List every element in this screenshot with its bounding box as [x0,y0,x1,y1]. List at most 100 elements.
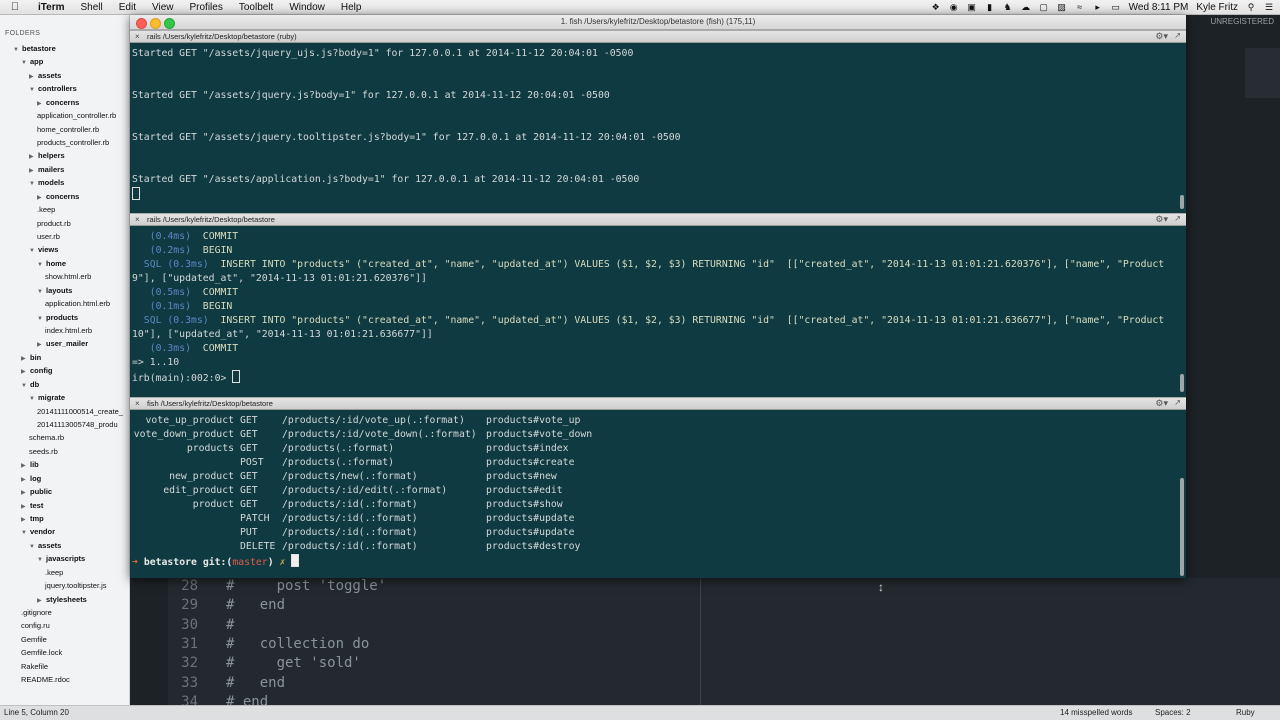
indentation-setting[interactable]: Spaces: 2 [1155,708,1191,717]
menu-window[interactable]: Window [281,2,333,13]
folder-item[interactable]: ▼ migrate [29,391,65,404]
file-item[interactable]: .gitignore [21,606,52,619]
file-item[interactable]: products_controller.rb [37,136,109,149]
file-item[interactable]: user.rb [37,230,60,243]
dropbox-icon[interactable]: ❖ [931,2,941,12]
pane-scrollbar[interactable] [1180,195,1184,209]
user-name[interactable]: Kyle Fritz [1196,2,1238,13]
file-item[interactable]: Gemfile [21,633,47,646]
file-item[interactable]: seeds.rb [29,445,58,458]
folder-item[interactable]: ▶ bin [21,351,41,364]
mirror-icon[interactable]: ▨ [1057,2,1067,12]
battery-icon[interactable]: ▭ [1111,2,1121,12]
folder-item[interactable]: ▼ javascripts [37,552,85,565]
menu-help[interactable]: Help [333,2,370,13]
display-icon[interactable]: ▢ [1039,2,1049,12]
folder-item[interactable]: ▶ public [21,485,52,498]
gear-icon[interactable]: ⚙▾ [1155,398,1168,409]
screen-icon[interactable]: ▣ [967,2,977,12]
file-item[interactable]: 20141111000514_create_ [37,405,123,418]
folder-item[interactable]: ▶ tmp [21,512,44,525]
record-icon[interactable]: ◉ [949,2,959,12]
pane-title-bar[interactable]: × rails /Users/kylefritz/Desktop/betasto… [130,213,1186,226]
folder-item[interactable]: ▶ concerns [37,190,79,203]
folder-item[interactable]: ▶ helpers [29,149,65,162]
folders-header: FOLDERS [5,30,41,37]
evernote-icon[interactable]: ♞ [1003,2,1013,12]
file-item[interactable]: Rakefile [21,660,48,673]
code-line: # end [226,674,286,691]
file-item[interactable]: show.html.erb [45,270,91,283]
iterm-window: 1. fish /Users/kylefritz/Desktop/betasto… [130,15,1186,578]
spotlight-search-icon[interactable]: ⚲ [1246,2,1256,12]
folder-item[interactable]: ▼ vendor [21,525,55,538]
folder-item[interactable]: ▶ assets [29,69,61,82]
folder-item[interactable]: ▶ mailers [29,163,64,176]
folder-item[interactable]: ▼ db [21,378,39,391]
folder-item[interactable]: ▼ views [29,243,58,256]
terminal-pane-rails-log[interactable]: Started GET "/assets/jquery_ujs.js?body=… [130,43,1186,213]
maximize-pane-icon[interactable]: ↗ [1174,214,1181,223]
file-item[interactable]: README.rdoc [21,673,70,686]
gear-icon[interactable]: ⚙▾ [1155,31,1168,42]
folder-item[interactable]: ▶ config [21,364,53,377]
pane-title-bar[interactable]: × rails /Users/kylefritz/Desktop/betasto… [130,30,1186,43]
sublime-editor[interactable]: 28 # post 'toggle' 29 # end 30 #31 # collectio… [168,578,1280,705]
bookmark-icon[interactable]: ▮ [985,2,995,12]
syntax-setting[interactable]: Ruby [1236,708,1255,717]
folder-item[interactable]: ▼ app [21,55,43,68]
file-item[interactable]: index.html.erb [45,324,92,337]
file-item[interactable]: .keep [45,566,63,579]
pane-title-bar[interactable]: × fish /Users/kylefritz/Desktop/betastor… [130,397,1186,410]
maximize-pane-icon[interactable]: ↗ [1174,31,1181,40]
file-item[interactable]: jquery.tooltipster.js [45,579,107,592]
pane-scrollbar[interactable] [1180,478,1184,576]
folder-item[interactable]: ▶ log [21,472,41,485]
file-item[interactable]: home_controller.rb [37,123,99,136]
volume-icon[interactable]: ▸ [1093,2,1103,12]
terminal-pane-rails-console[interactable]: (0.4ms) COMMIT (0.2ms) BEGIN SQL (0.3ms)… [130,226,1186,396]
notification-center-icon[interactable]: ☰ [1264,2,1274,12]
maximize-pane-icon[interactable]: ↗ [1174,398,1181,407]
pane-scrollbar[interactable] [1180,374,1184,392]
cloud-icon[interactable]: ☁ [1021,2,1031,12]
file-item[interactable]: .keep [37,203,55,216]
terminal-pane-fish[interactable]: vote_up_product GET/products/:id/vote_up(… [130,410,1186,578]
apple-menu-icon[interactable]:  [0,1,30,13]
folder-item[interactable]: ▼ products [37,311,78,324]
menu-profiles[interactable]: Profiles [181,2,230,13]
folder-item[interactable]: ▶ test [21,499,43,512]
folder-item[interactable]: ▼ home [37,257,66,270]
iterm-title-bar[interactable]: 1. fish /Users/kylefritz/Desktop/betasto… [130,15,1186,30]
folder-item[interactable]: ▼ controllers [29,82,77,95]
file-item[interactable]: 20141113005748_produ [37,418,118,431]
folder-item[interactable]: ▶ lib [21,458,39,471]
close-pane-icon[interactable]: × [135,215,140,224]
shell-prompt: ➜ betastore git:(master) ✗ [132,554,300,570]
folder-item[interactable]: ▼ layouts [37,284,72,297]
clock[interactable]: Wed 8:11 PM [1129,2,1189,13]
menu-view[interactable]: View [144,2,182,13]
folder-item[interactable]: ▶ concerns [37,96,79,109]
minimap[interactable] [1245,48,1280,98]
close-pane-icon[interactable]: × [135,399,140,408]
file-item[interactable]: application_controller.rb [37,109,116,122]
file-item[interactable]: config.ru [21,619,50,632]
file-item[interactable]: schema.rb [29,431,64,444]
menu-iterm[interactable]: iTerm [30,2,73,13]
folder-item[interactable]: ▼ betastore [13,42,56,55]
folder-item[interactable]: ▼ models [29,176,64,189]
folder-item[interactable]: ▶ user_mailer [37,337,88,350]
menu-toolbelt[interactable]: Toolbelt [231,2,281,13]
spelling-status[interactable]: 14 misspelled words [1060,708,1132,717]
wifi-icon[interactable]: ≈ [1075,2,1085,12]
menu-edit[interactable]: Edit [111,2,144,13]
file-item[interactable]: application.html.erb [45,297,110,310]
folder-item[interactable]: ▶ stylesheets [37,593,87,606]
file-item[interactable]: Gemfile.lock [21,646,62,659]
close-pane-icon[interactable]: × [135,32,140,41]
folder-item[interactable]: ▼ assets [29,539,61,552]
gear-icon[interactable]: ⚙▾ [1155,214,1168,225]
file-item[interactable]: product.rb [37,217,71,230]
menu-shell[interactable]: Shell [73,2,111,13]
